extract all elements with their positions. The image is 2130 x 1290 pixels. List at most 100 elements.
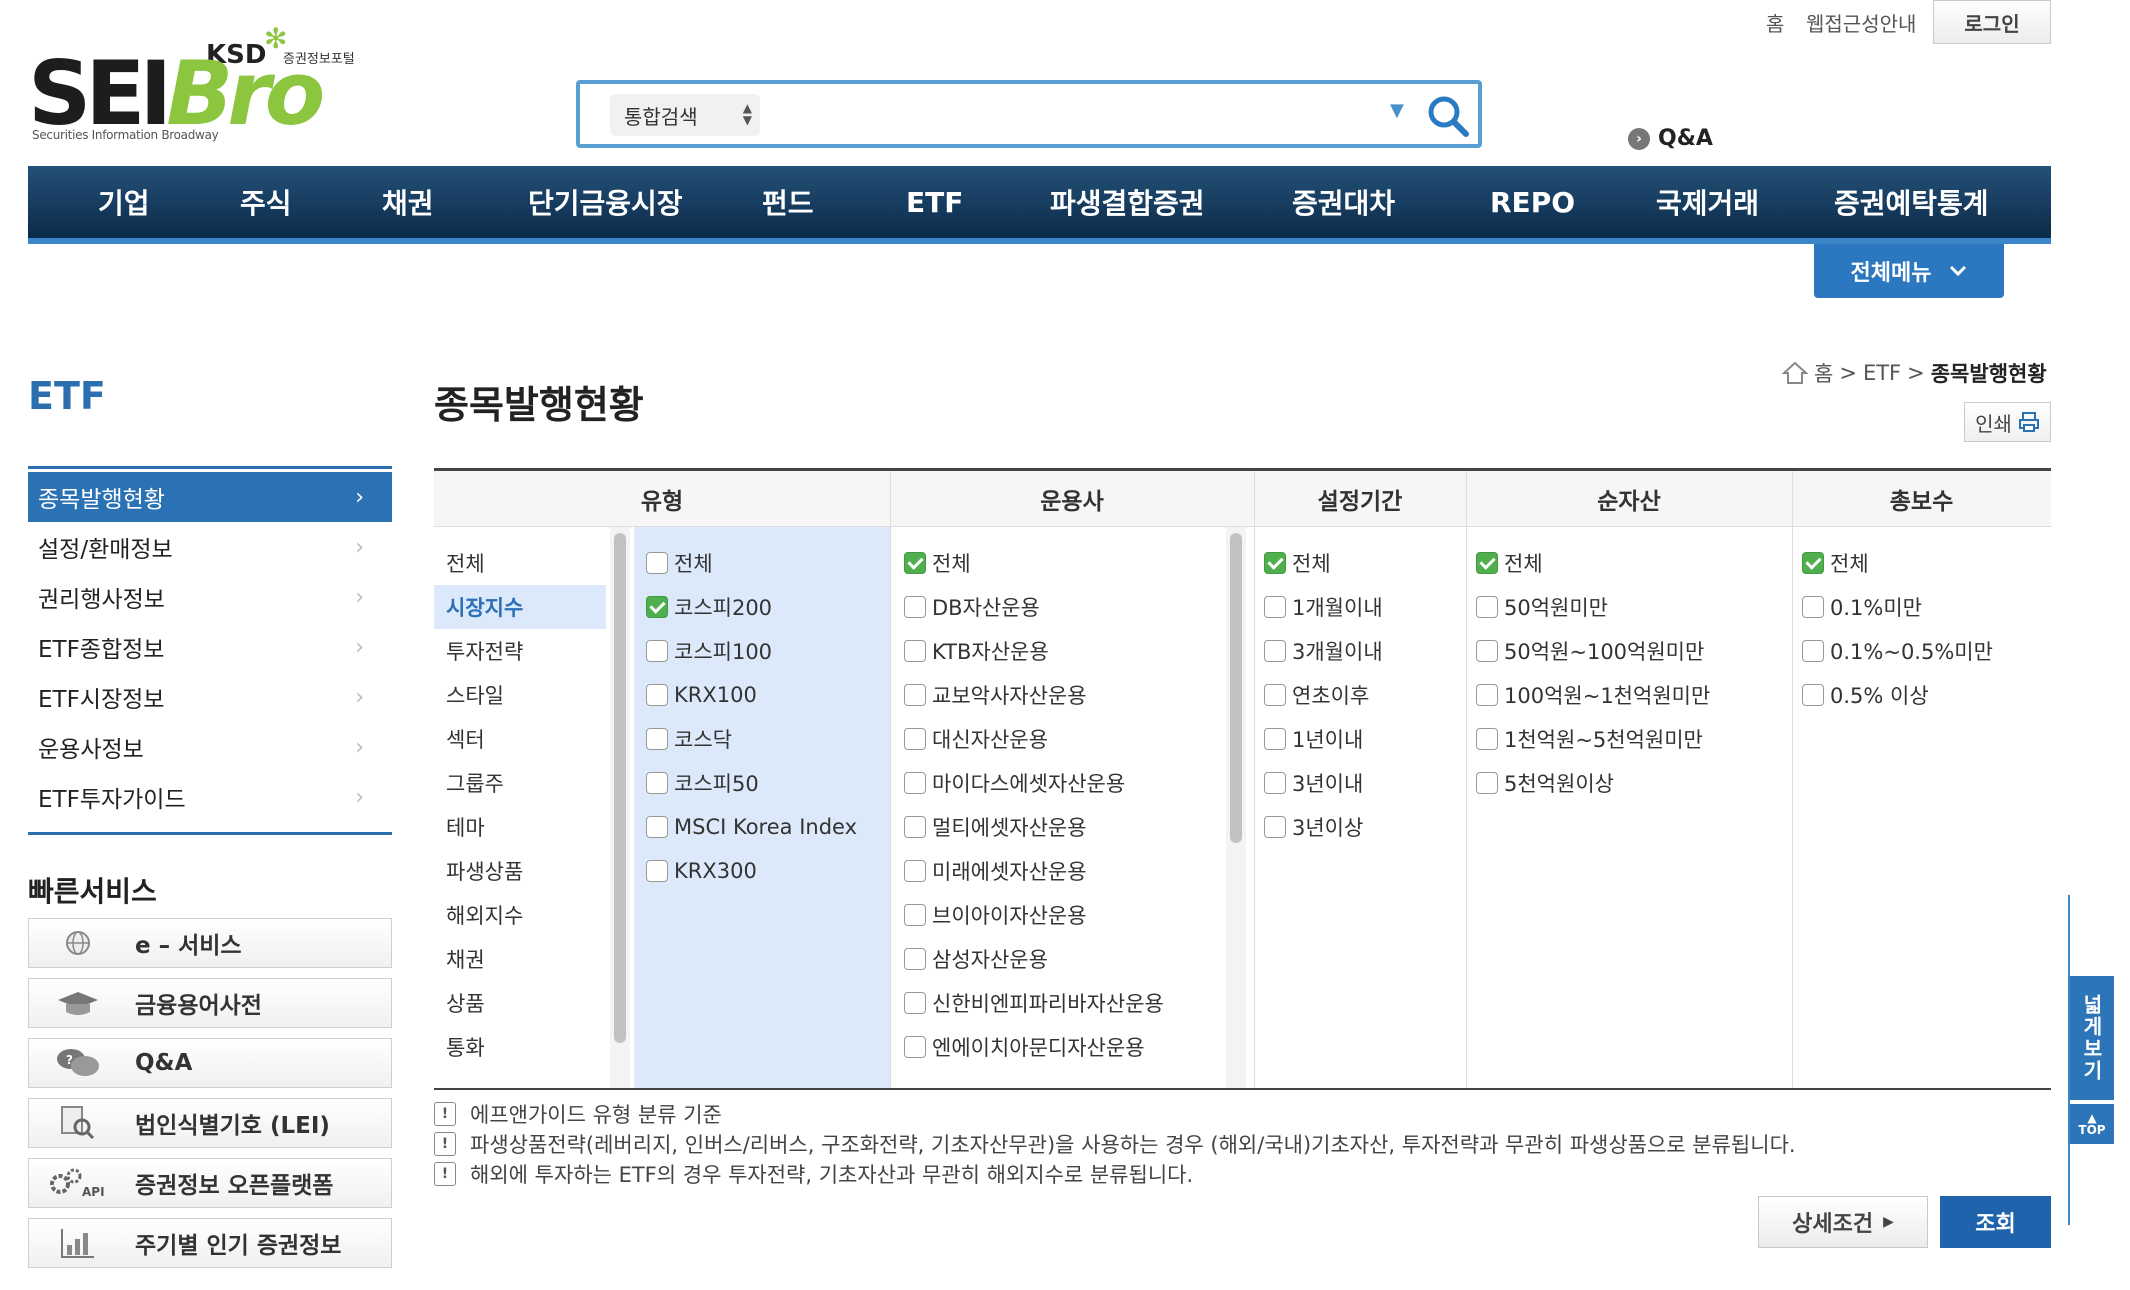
- subtype-option[interactable]: KRX100: [646, 673, 757, 717]
- subtype-option[interactable]: MSCI Korea Index: [646, 805, 857, 849]
- subtype-option[interactable]: 코스피100: [646, 629, 772, 673]
- type-item-theme[interactable]: 테마: [434, 805, 606, 849]
- gnb-item-repo[interactable]: REPO: [1490, 166, 1575, 238]
- checkbox[interactable]: [904, 948, 926, 970]
- search-input[interactable]: [780, 92, 1360, 138]
- checkbox[interactable]: [1264, 816, 1286, 838]
- type-item-style[interactable]: 스타일: [434, 673, 606, 717]
- lnb-item-etf-overview[interactable]: ETF종합정보 ›: [28, 622, 392, 672]
- gnb-item-international[interactable]: 국제거래: [1656, 166, 1759, 238]
- fee-option[interactable]: 0.1%미만: [1802, 585, 1922, 629]
- manager-option[interactable]: 엔에이치아문디자산운용: [904, 1025, 1145, 1069]
- checkbox[interactable]: [904, 640, 926, 662]
- util-home-link[interactable]: 홈: [1766, 0, 1784, 44]
- lnb-item-investment-guide[interactable]: ETF투자가이드 ›: [28, 772, 392, 822]
- checkbox[interactable]: [646, 552, 668, 574]
- util-accessibility-link[interactable]: 웹접근성안내: [1806, 0, 1916, 44]
- checkbox[interactable]: [904, 992, 926, 1014]
- detail-conditions-button[interactable]: 상세조건 ▶: [1758, 1196, 1928, 1248]
- type-item-strategy[interactable]: 투자전략: [434, 629, 606, 673]
- manager-option[interactable]: 대신자산운용: [904, 717, 1048, 761]
- checkbox[interactable]: [904, 816, 926, 838]
- gnb-item-securities-lending[interactable]: 증권대차: [1292, 166, 1395, 238]
- checkbox[interactable]: [1802, 684, 1824, 706]
- type-item-commodity[interactable]: 상품: [434, 981, 606, 1025]
- checkbox[interactable]: [646, 596, 668, 618]
- asset-option[interactable]: 전체: [1476, 541, 1543, 585]
- manager-scrollbar[interactable]: [1226, 527, 1246, 1088]
- manager-option[interactable]: 삼성자산운용: [904, 937, 1048, 981]
- checkbox[interactable]: [646, 860, 668, 882]
- checkbox[interactable]: [904, 596, 926, 618]
- period-option[interactable]: 3년이상: [1264, 805, 1363, 849]
- lnb-item-creation-redemption[interactable]: 설정/환매정보 ›: [28, 522, 392, 572]
- period-option[interactable]: 전체: [1264, 541, 1331, 585]
- checkbox[interactable]: [904, 728, 926, 750]
- checkbox[interactable]: [904, 552, 926, 574]
- quick-item-open-platform[interactable]: API 증권정보 오픈플랫폼: [28, 1158, 392, 1208]
- gnb-item-fund[interactable]: 펀드: [762, 166, 814, 238]
- quick-item-popular-info[interactable]: 주기별 인기 증권정보: [28, 1218, 392, 1268]
- manager-option[interactable]: 신한비엔피파리바자산운용: [904, 981, 1164, 1025]
- scroll-top-button[interactable]: ▲ TOP: [2070, 1104, 2114, 1144]
- lnb-item-manager-info[interactable]: 운용사정보 ›: [28, 722, 392, 772]
- breadcrumb-etf[interactable]: ETF: [1863, 361, 1901, 385]
- checkbox[interactable]: [1476, 684, 1498, 706]
- asset-option[interactable]: 50억원미만: [1476, 585, 1608, 629]
- search-icon[interactable]: [1422, 90, 1474, 142]
- all-menu-button[interactable]: 전체메뉴: [1814, 244, 2004, 298]
- type-item-all[interactable]: 전체: [434, 541, 606, 585]
- qna-link[interactable]: › Q&A: [1628, 126, 1713, 151]
- type-item-market-index[interactable]: 시장지수: [434, 585, 606, 629]
- checkbox[interactable]: [1264, 640, 1286, 662]
- checkbox[interactable]: [1264, 684, 1286, 706]
- gnb-item-money-market[interactable]: 단기금융시장: [528, 166, 683, 238]
- checkbox[interactable]: [1476, 640, 1498, 662]
- checkbox[interactable]: [1264, 772, 1286, 794]
- quick-item-qna[interactable]: ? Q&A: [28, 1038, 392, 1088]
- subtype-option[interactable]: 전체: [646, 541, 713, 585]
- checkbox[interactable]: [646, 816, 668, 838]
- type-scrollbar[interactable]: [610, 527, 630, 1088]
- scrollbar-thumb[interactable]: [1230, 533, 1242, 843]
- manager-option[interactable]: 미래에셋자산운용: [904, 849, 1087, 893]
- lnb-item-issuance-status[interactable]: 종목발행현황 ›: [28, 472, 392, 522]
- subtype-option[interactable]: 코스피200: [646, 585, 772, 629]
- subtype-option[interactable]: 코스피50: [646, 761, 759, 805]
- manager-option[interactable]: 멀티에셋자산운용: [904, 805, 1087, 849]
- gnb-item-deposit-stats[interactable]: 증권예탁통계: [1834, 166, 1989, 238]
- breadcrumb-home[interactable]: 홈: [1814, 358, 1833, 388]
- query-button[interactable]: 조회: [1940, 1196, 2051, 1248]
- gnb-item-derivative-linked[interactable]: 파생결합증권: [1050, 166, 1205, 238]
- period-option[interactable]: 3년이내: [1264, 761, 1363, 805]
- quick-item-lei[interactable]: 법인식별기호 (LEI): [28, 1098, 392, 1148]
- wide-view-button[interactable]: 넓게보기: [2070, 976, 2114, 1100]
- asset-option[interactable]: 50억원~100억원미만: [1476, 629, 1704, 673]
- subtype-option[interactable]: 코스닥: [646, 717, 732, 761]
- period-option[interactable]: 1년이내: [1264, 717, 1363, 761]
- checkbox[interactable]: [646, 772, 668, 794]
- manager-option[interactable]: KTB자산운용: [904, 629, 1049, 673]
- print-button[interactable]: 인쇄: [1964, 402, 2051, 442]
- type-item-bond[interactable]: 채권: [434, 937, 606, 981]
- type-item-sector[interactable]: 섹터: [434, 717, 606, 761]
- type-item-group[interactable]: 그룹주: [434, 761, 606, 805]
- type-item-currency[interactable]: 통화: [434, 1025, 606, 1069]
- manager-option[interactable]: DB자산운용: [904, 585, 1040, 629]
- home-icon[interactable]: [1782, 361, 1808, 385]
- asset-option[interactable]: 1천억원~5천억원미만: [1476, 717, 1703, 761]
- checkbox[interactable]: [646, 640, 668, 662]
- quick-item-e-service[interactable]: e – 서비스: [28, 918, 392, 968]
- type-item-overseas-index[interactable]: 해외지수: [434, 893, 606, 937]
- checkbox[interactable]: [1476, 772, 1498, 794]
- checkbox[interactable]: [1802, 640, 1824, 662]
- search-scope-select[interactable]: 통합검색 ▲ ▼: [610, 94, 760, 136]
- subtype-option[interactable]: KRX300: [646, 849, 757, 893]
- asset-option[interactable]: 5천억원이상: [1476, 761, 1614, 805]
- checkbox[interactable]: [904, 684, 926, 706]
- gnb-item-stock[interactable]: 주식: [240, 166, 292, 238]
- login-button[interactable]: 로그인: [1933, 0, 2051, 44]
- checkbox[interactable]: [1802, 552, 1824, 574]
- checkbox[interactable]: [1476, 552, 1498, 574]
- fee-option[interactable]: 0.5% 이상: [1802, 673, 1929, 717]
